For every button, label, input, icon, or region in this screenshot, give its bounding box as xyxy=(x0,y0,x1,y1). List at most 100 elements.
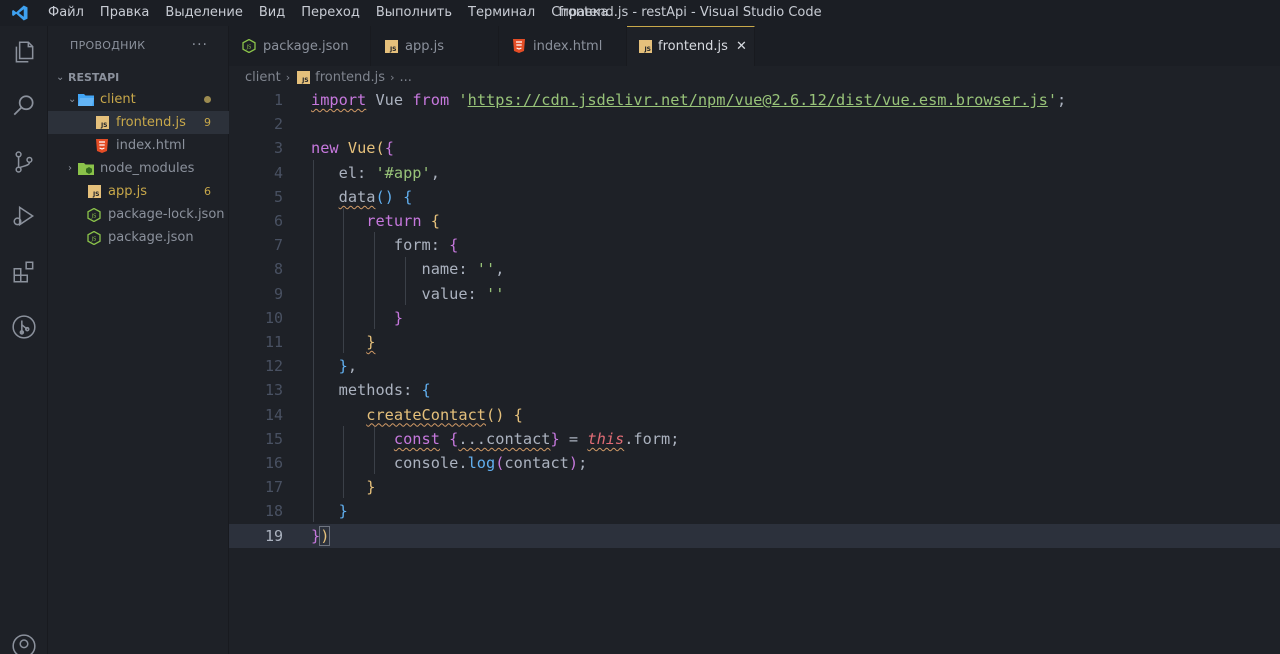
extensions-icon[interactable] xyxy=(0,248,48,296)
chevron-down-icon: ⌄ xyxy=(56,72,65,83)
tab-label: package.json xyxy=(263,38,349,54)
vscode-logo-icon[interactable] xyxy=(0,0,40,26)
code-text: value: '' xyxy=(311,284,505,303)
tab-frontend-js[interactable]: JS frontend.js ✕ xyxy=(627,26,755,66)
close-icon[interactable]: ✕ xyxy=(736,39,747,54)
line-number: 7 xyxy=(273,236,283,255)
code-text: return { xyxy=(366,212,440,231)
problem-count-badge: 9 xyxy=(204,116,211,129)
line-number: 1 xyxy=(273,91,283,110)
code-line: 18 } xyxy=(229,499,1280,523)
file-package-lock-json[interactable]: JS package-lock.json xyxy=(48,203,229,226)
line-number: 5 xyxy=(273,187,283,206)
menu-bar: Файл Правка Выделение Вид Переход Выполн… xyxy=(40,0,617,26)
file-package-json[interactable]: JS package.json xyxy=(48,226,229,249)
code-text: }) xyxy=(311,525,331,546)
code-line: 7 form: { xyxy=(229,233,1280,257)
title-bar: Файл Правка Выделение Вид Переход Выполн… xyxy=(0,0,1280,26)
source-control-icon[interactable] xyxy=(0,138,48,186)
menu-selection[interactable]: Выделение xyxy=(157,0,250,26)
account-icon[interactable] xyxy=(0,622,48,654)
code-text: form: { xyxy=(311,236,459,255)
code-text: import Vue from 'https://cdn.jsdelivr.ne… xyxy=(311,91,1067,110)
menu-edit[interactable]: Правка xyxy=(92,0,157,26)
problem-count-badge: 6 xyxy=(204,185,211,198)
code-text: const {...contact} = this.form; xyxy=(393,429,680,448)
code-line: 15 const {...contact} = this.form; xyxy=(229,427,1280,451)
code-text: data() { xyxy=(338,187,413,206)
line-number: 8 xyxy=(273,260,283,279)
menu-view[interactable]: Вид xyxy=(251,0,293,26)
file-app-js[interactable]: JS app.js 6 xyxy=(48,180,229,203)
code-line: 13 methods: { xyxy=(229,378,1280,402)
js-file-icon: JS xyxy=(383,39,399,53)
breadcrumb: client › JS frontend.js › ... xyxy=(245,66,412,88)
menu-run[interactable]: Выполнить xyxy=(368,0,460,26)
menu-help[interactable]: Справка xyxy=(543,0,616,26)
html-file-icon xyxy=(94,138,110,153)
code-editor[interactable]: 1 import Vue from 'https://cdn.jsdelivr.… xyxy=(229,88,1280,654)
code-line: 16 console.log(contact); xyxy=(229,451,1280,475)
folder-node-modules[interactable]: › node_modules xyxy=(48,157,229,180)
line-number: 16 xyxy=(264,454,283,473)
folder-client[interactable]: ⌄ client xyxy=(48,88,229,111)
file-index-html[interactable]: index.html xyxy=(48,134,229,157)
tab-app-js[interactable]: JS app.js xyxy=(371,26,499,66)
activity-bar xyxy=(0,26,48,654)
js-file-icon: JS xyxy=(86,185,102,199)
tree-item-label: node_modules xyxy=(100,161,195,176)
code-line: 8 name: '', xyxy=(229,257,1280,281)
code-line: 6 return { xyxy=(229,209,1280,233)
project-root-label: RESTAPI xyxy=(68,71,120,84)
search-icon[interactable] xyxy=(0,82,48,130)
svg-text:JS: JS xyxy=(246,45,252,51)
project-root[interactable]: ⌄ RESTAPI xyxy=(48,66,229,89)
tree-item-label: package-lock.json xyxy=(108,207,225,222)
code-line: 3 new Vue({ xyxy=(229,136,1280,160)
line-number: 10 xyxy=(264,308,283,327)
code-text: name: '', xyxy=(311,260,505,279)
code-line: 14 createContact() { xyxy=(229,403,1280,427)
line-number: 15 xyxy=(264,429,283,448)
html-file-icon xyxy=(511,39,527,53)
line-number: 19 xyxy=(264,526,283,545)
code-line-current: 19 }) xyxy=(229,523,1280,548)
code-text: } xyxy=(393,308,404,327)
tree-item-label: client xyxy=(100,92,136,107)
node-folder-icon xyxy=(78,162,94,176)
breadcrumb-file[interactable]: frontend.js xyxy=(315,70,385,85)
code-line: 5 data() { xyxy=(229,185,1280,209)
sidebar-header: ПРОВОДНИК ··· xyxy=(48,26,228,64)
line-number: 4 xyxy=(273,163,283,182)
sidebar-title: ПРОВОДНИК xyxy=(70,38,146,52)
code-line: 17 } xyxy=(229,475,1280,499)
code-line: 1 import Vue from 'https://cdn.jsdelivr.… xyxy=(229,88,1280,112)
svg-text:JS: JS xyxy=(91,213,97,219)
git-graph-icon[interactable] xyxy=(0,303,48,351)
file-frontend-js[interactable]: JS frontend.js 9 xyxy=(48,111,229,134)
code-text: } xyxy=(338,502,348,521)
breadcrumb-symbol[interactable]: ... xyxy=(399,70,411,85)
menu-terminal[interactable]: Терминал xyxy=(460,0,543,26)
chevron-down-icon: ⌄ xyxy=(68,94,77,105)
run-debug-icon[interactable] xyxy=(0,192,48,240)
breadcrumb-folder[interactable]: client xyxy=(245,70,281,85)
more-actions-icon[interactable]: ··· xyxy=(192,37,208,53)
code-text: }, xyxy=(338,357,358,376)
tab-package-json[interactable]: JS package.json xyxy=(229,26,371,66)
explorer-icon[interactable] xyxy=(0,28,48,76)
tab-label: app.js xyxy=(405,38,444,54)
svg-text:JS: JS xyxy=(91,236,97,242)
line-number: 11 xyxy=(264,333,283,352)
menu-file[interactable]: Файл xyxy=(40,0,92,26)
editor-tabs: JS package.json JS app.js index.html JS … xyxy=(229,26,1280,66)
tree-item-label: frontend.js xyxy=(116,115,186,130)
tab-index-html[interactable]: index.html xyxy=(499,26,627,66)
modified-dot xyxy=(204,96,211,103)
code-text: new Vue({ xyxy=(311,139,394,158)
folder-open-icon xyxy=(78,93,94,107)
line-number: 13 xyxy=(264,381,283,400)
tree-item-label: index.html xyxy=(116,138,186,153)
code-line: 2 xyxy=(229,112,1280,136)
menu-go[interactable]: Переход xyxy=(293,0,368,26)
